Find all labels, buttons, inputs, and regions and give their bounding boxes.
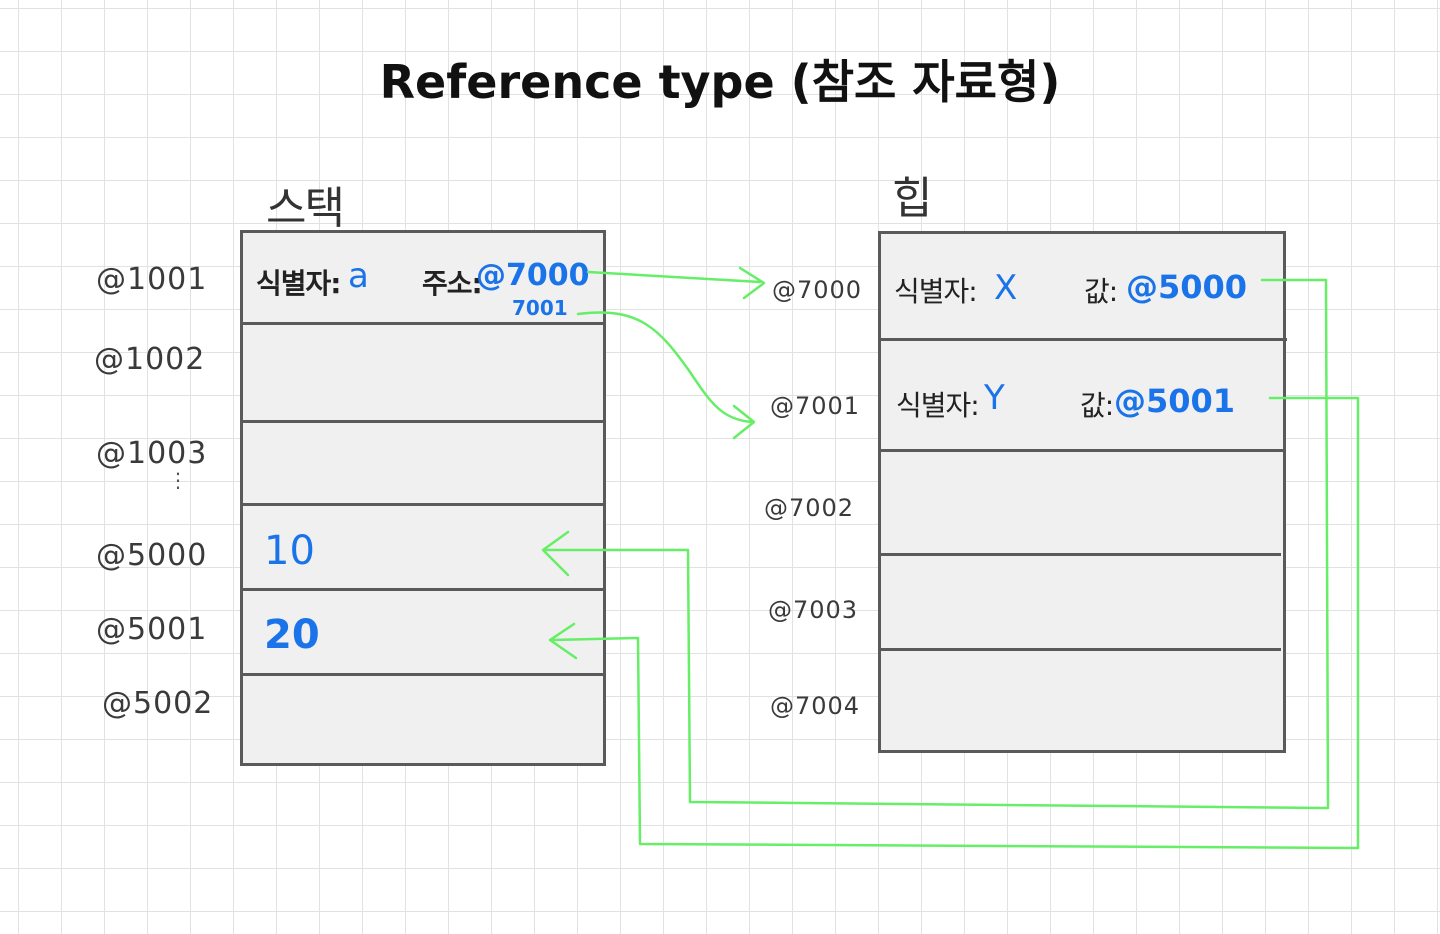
arrow-stack-to-7001 [576,311,754,424]
reference-arrows [541,266,1360,850]
arrow-head [541,530,570,577]
arrow-x-to-5000 [544,278,1330,810]
arrow-stack-to-7000 [586,270,762,284]
arrow-y-to-5001 [550,396,1360,850]
